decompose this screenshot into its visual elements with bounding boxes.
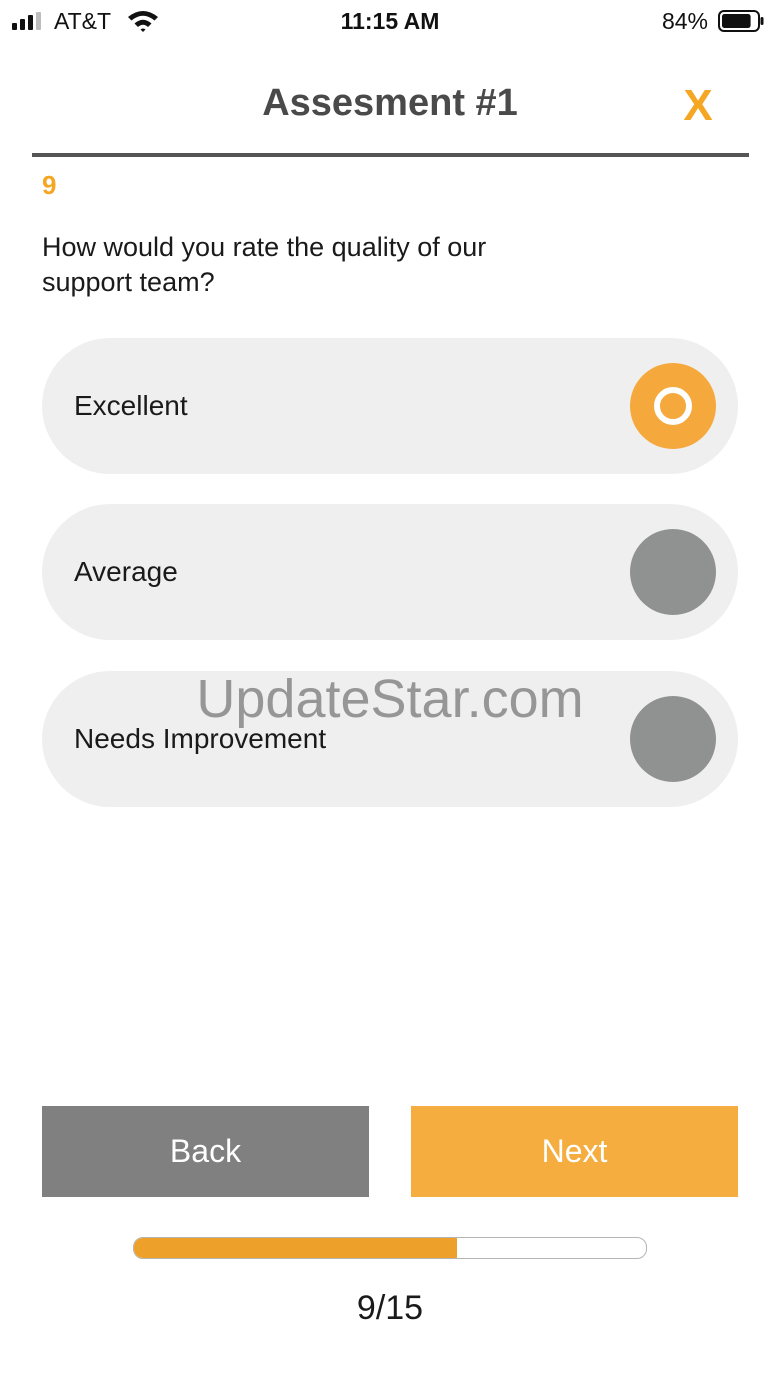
- option-needs-improvement[interactable]: Needs Improvement: [42, 671, 738, 807]
- progress-bar: [133, 1237, 647, 1259]
- option-label: Needs Improvement: [74, 723, 327, 754]
- option-excellent[interactable]: Excellent: [42, 338, 738, 474]
- header-divider: [32, 153, 749, 157]
- page-title: Assesment #1: [262, 82, 518, 124]
- close-button[interactable]: X: [676, 82, 720, 130]
- question-number: 9: [42, 170, 57, 200]
- header: Assesment #1 X: [0, 72, 780, 142]
- battery-percent: 84%: [661, 8, 708, 34]
- status-bar: AT&T 11:15 AM 84%: [0, 0, 780, 44]
- battery-icon: [718, 10, 764, 32]
- next-button[interactable]: Next: [411, 1106, 738, 1197]
- radio-button-selected[interactable]: [630, 363, 716, 449]
- option-label: Average: [74, 556, 178, 587]
- radio-button[interactable]: [630, 696, 716, 782]
- question-text: How would you rate the quality of our su…: [42, 232, 487, 297]
- radio-selected-icon: [654, 387, 692, 425]
- option-average[interactable]: Average: [42, 504, 738, 640]
- back-button[interactable]: Back: [42, 1106, 369, 1197]
- option-label: Excellent: [74, 390, 188, 421]
- radio-button[interactable]: [630, 529, 716, 615]
- progress-label: 9/15: [356, 1289, 424, 1327]
- progress-fill: [134, 1238, 457, 1258]
